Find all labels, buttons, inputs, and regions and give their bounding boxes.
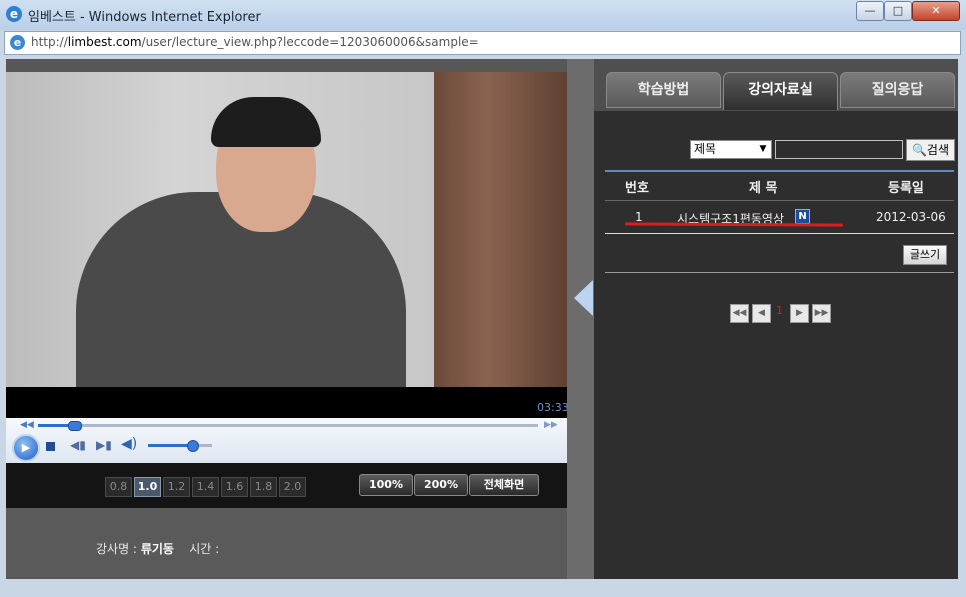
speed-0-8[interactable]: 0.8 <box>105 477 132 497</box>
video-background-door <box>434 72 567 387</box>
video-letterbox <box>6 387 567 418</box>
time-label: 시간 : <box>189 542 220 556</box>
prev-page-icon[interactable]: ◀ <box>752 304 771 323</box>
ie-page-icon: e <box>10 35 25 50</box>
search-field-value: 제목 <box>694 142 717 156</box>
url-host: limbest.com <box>67 35 142 49</box>
search-button[interactable]: 🔍검색 <box>906 139 955 161</box>
seek-bar[interactable] <box>38 424 538 427</box>
window-bottom-border <box>6 579 958 597</box>
current-page[interactable]: 1 <box>776 304 783 317</box>
address-url: http://limbest.com/user/lecture_view.php… <box>31 35 479 49</box>
tab-qna[interactable]: 질의응답 <box>840 72 955 108</box>
fullscreen-button[interactable]: 전체화면 <box>469 474 539 496</box>
search-button-label: 검색 <box>926 143 950 157</box>
minimize-button[interactable]: — <box>856 1 884 21</box>
video-frame[interactable] <box>6 72 567 387</box>
header-date: 등록일 <box>888 181 924 196</box>
ie-logo-icon: e <box>6 6 22 22</box>
duration-readout: 03:33 <box>537 401 569 414</box>
volume-level <box>148 444 192 447</box>
side-panel <box>594 59 958 579</box>
new-badge-icon: N <box>795 209 810 224</box>
maximize-button[interactable]: □ <box>884 1 912 21</box>
url-scheme: http:// <box>31 35 68 49</box>
seek-handle[interactable] <box>68 421 82 431</box>
next-icon[interactable]: ▶▮ <box>96 438 112 452</box>
lecture-info-bar <box>6 508 567 578</box>
close-button[interactable]: ✕ <box>912 1 960 21</box>
next-page-icon[interactable]: ▶ <box>790 304 809 323</box>
speed-1-2[interactable]: 1.2 <box>163 477 190 497</box>
table-bottom-border <box>605 272 954 273</box>
zoom-100-button[interactable]: 100% <box>359 474 413 496</box>
header-title: 제 목 <box>749 181 778 196</box>
table-header-border <box>605 200 954 201</box>
speed-1-0[interactable]: 1.0 <box>134 477 161 497</box>
panel-divider <box>567 59 594 579</box>
play-button[interactable]: ▶ <box>12 434 40 462</box>
zoom-200-button[interactable]: 200% <box>414 474 468 496</box>
speed-1-8[interactable]: 1.8 <box>250 477 277 497</box>
search-field-select[interactable]: 제목 ▼ <box>690 140 772 159</box>
speed-2-0[interactable]: 2.0 <box>279 477 306 497</box>
speed-1-4[interactable]: 1.4 <box>192 477 219 497</box>
last-page-icon[interactable]: ▶▶ <box>812 304 831 323</box>
volume-icon[interactable]: ◀) <box>121 436 137 452</box>
collapse-arrow-icon[interactable] <box>574 280 593 316</box>
chevron-down-icon: ▼ <box>755 141 771 158</box>
instructor-label: 강사명 : <box>96 542 137 556</box>
fast-forward-icon[interactable]: ▶▶ <box>544 420 558 430</box>
instructor-info: 강사명 : 류기동 시간 : <box>96 540 219 557</box>
tab-study-method[interactable]: 학습방법 <box>606 72 721 108</box>
write-button[interactable]: 글쓰기 <box>903 245 947 265</box>
stop-button[interactable] <box>46 442 55 451</box>
rewind-icon[interactable]: ◀◀ <box>20 420 34 430</box>
volume-handle[interactable] <box>187 440 199 452</box>
first-page-icon[interactable]: ◀◀ <box>730 304 749 323</box>
address-bar[interactable]: e http://limbest.com/user/lecture_view.p… <box>4 31 961 55</box>
row-date: 2012-03-06 <box>876 210 946 224</box>
search-input[interactable] <box>775 140 903 159</box>
tab-lecture-materials[interactable]: 강의자료실 <box>723 72 838 110</box>
table-top-border <box>605 170 954 172</box>
speed-1-6[interactable]: 1.6 <box>221 477 248 497</box>
url-path: /user/lecture_view.php?leccode=120306000… <box>141 35 479 49</box>
previous-icon[interactable]: ◀▮ <box>70 438 86 452</box>
table-row-border <box>605 233 954 234</box>
window-title: 임베스트 - Windows Internet Explorer <box>28 10 261 25</box>
header-number: 번호 <box>625 181 649 196</box>
instructor-name: 류기동 <box>140 542 174 556</box>
search-icon: 🔍 <box>911 143 927 157</box>
